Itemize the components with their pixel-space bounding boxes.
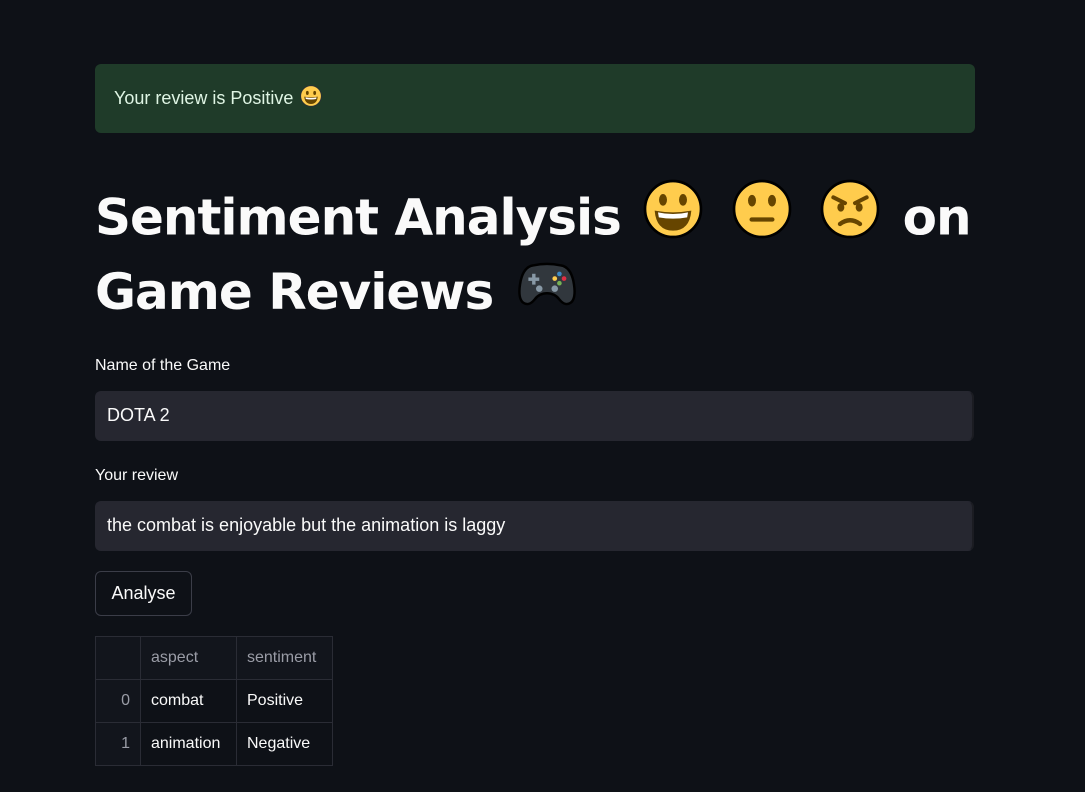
sentiment-header: sentiment [236, 635, 333, 680]
results-table: aspect sentiment 0 combat Positive 1 ani… [95, 635, 333, 766]
game-controller-icon [516, 259, 578, 325]
neutral-face-icon [732, 179, 792, 255]
main-content: Your review is Positive Sentiment Analys… [95, 64, 975, 766]
title-text-line1: Sentiment Analysis [95, 188, 622, 247]
table-row: 0 combat Positive [95, 678, 333, 723]
table-header-row: aspect sentiment [95, 635, 333, 680]
sentiment-cell: Positive [236, 678, 333, 723]
game-name-label: Name of the Game [95, 356, 231, 374]
aspect-header: aspect [140, 635, 237, 680]
angry-face-icon [820, 179, 880, 255]
row-index: 1 [95, 721, 141, 766]
alert-text: Your review is Positive [114, 88, 294, 108]
sentiment-cell: Negative [236, 721, 333, 766]
grinning-face-icon [300, 85, 323, 112]
grinning-face-icon [643, 179, 703, 255]
title-text-on: on [902, 188, 972, 247]
app-page: Your review is Positive Sentiment Analys… [0, 0, 1085, 792]
review-input[interactable]: the combat is enjoyable but the animatio… [95, 500, 974, 551]
game-name-input[interactable]: DOTA 2 [95, 390, 974, 441]
page-title: Sentiment Analysis on Game Reviews [95, 179, 975, 329]
aspect-cell: animation [140, 721, 237, 766]
table-row: 1 animation Negative [95, 721, 333, 766]
index-header [95, 635, 141, 680]
row-index: 0 [95, 678, 141, 723]
success-alert: Your review is Positive [95, 64, 975, 133]
review-label: Your review [95, 466, 179, 484]
aspect-cell: combat [140, 678, 237, 723]
analyse-button[interactable]: Analyse [95, 570, 192, 616]
title-text-line2: Game Reviews [95, 263, 494, 321]
